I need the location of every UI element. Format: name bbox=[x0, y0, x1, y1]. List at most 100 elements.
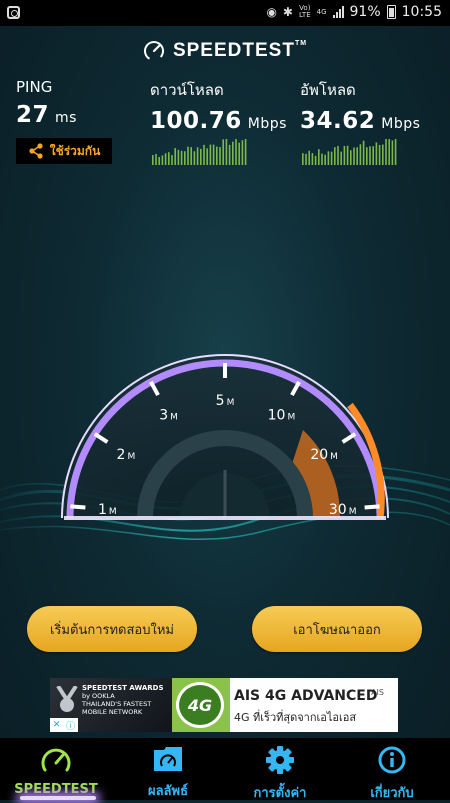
status-bar: ◉ ✱ Vo) LTE 4G 91% 10:55 bbox=[0, 0, 450, 26]
upload-value: 34.62 Mbps bbox=[300, 108, 421, 134]
sparkline-bar bbox=[318, 149, 320, 165]
sparkline-bar bbox=[334, 147, 336, 165]
sparkline-bar bbox=[305, 153, 307, 165]
sparkline-bar bbox=[171, 155, 173, 165]
share-button[interactable]: ใช้ร่วมกัน bbox=[16, 138, 112, 164]
retest-button[interactable]: เริ่มต้นการทดสอบใหม่ bbox=[27, 606, 197, 652]
sparkline-bar bbox=[385, 139, 387, 165]
sparkline-bar bbox=[225, 139, 228, 165]
speedtest-logo-icon bbox=[143, 41, 164, 61]
ad-choices[interactable]: ✕ ⓘ bbox=[50, 718, 78, 732]
nav-results[interactable]: ผลลัพธ์ bbox=[112, 738, 224, 800]
clock: 10:55 bbox=[401, 4, 442, 20]
ad-award-text: SPEEDTEST AWARDS by OOKLA THAILAND'S FAS… bbox=[82, 684, 164, 716]
info-icon bbox=[378, 746, 406, 774]
volte-icon: Vo) LTE bbox=[298, 4, 311, 19]
ping-metric: PING 27 ms bbox=[16, 78, 77, 128]
share-label: ใช้ร่วมกัน bbox=[49, 143, 101, 158]
ad-info-icon[interactable]: ⓘ bbox=[66, 719, 75, 732]
sparkline-bar bbox=[158, 156, 160, 165]
sparkline-bar bbox=[314, 155, 317, 165]
nav-settings[interactable]: การตั้งค่า bbox=[224, 738, 336, 801]
sparkline-bar bbox=[324, 154, 326, 165]
sparkline-bar bbox=[391, 140, 394, 165]
sparkline-bar bbox=[152, 155, 154, 165]
nav-results-label: ผลลัพธ์ bbox=[147, 784, 189, 799]
sparkline-bar bbox=[190, 147, 192, 165]
sparkline-bar bbox=[350, 150, 352, 165]
location-icon: ◉ bbox=[266, 5, 277, 19]
sparkline-bar bbox=[362, 140, 365, 165]
sparkline-bar bbox=[232, 141, 234, 165]
sparkline-bar bbox=[353, 147, 355, 165]
ad-banner[interactable]: SPEEDTEST AWARDS by OOKLA THAILAND'S FAS… bbox=[50, 678, 398, 732]
sparkline-bar bbox=[203, 144, 205, 165]
sparkline-bar bbox=[219, 147, 221, 165]
battery-icon bbox=[386, 5, 396, 19]
speedometer-icon bbox=[41, 748, 71, 772]
upload-sparkline bbox=[302, 139, 397, 165]
download-metric: ดาวน์โหลด 100.76 Mbps bbox=[150, 78, 287, 134]
nav-speedtest[interactable]: SPEEDTEST bbox=[0, 738, 112, 800]
nav-speedtest-label: SPEEDTEST bbox=[14, 782, 98, 797]
sparkline-bar bbox=[302, 153, 304, 165]
sparkline-bar bbox=[235, 139, 237, 165]
sparkline-bar bbox=[238, 142, 240, 165]
sparkline-bar bbox=[200, 148, 202, 165]
award-ribbon-icon bbox=[56, 686, 78, 712]
sparkline-bar bbox=[382, 144, 384, 165]
share-icon bbox=[29, 143, 43, 159]
sparkline-bar bbox=[184, 151, 186, 165]
sparkline-bar bbox=[375, 142, 378, 165]
sparkline-bar bbox=[177, 149, 180, 165]
sparkline-bar bbox=[394, 139, 397, 165]
bottom-nav: SPEEDTEST ผลลัพธ์ การตั้งค่า เกี่ยวกับ bbox=[0, 738, 450, 801]
sparkline-bar bbox=[388, 139, 390, 165]
remove-ads-button[interactable]: เอาโฆษณาออก bbox=[252, 606, 422, 652]
sparkline-bar bbox=[241, 140, 244, 165]
sparkline-bar bbox=[359, 144, 362, 165]
sparkline-bar bbox=[216, 146, 218, 165]
sparkline-bar bbox=[228, 144, 231, 165]
sparkline-bar bbox=[244, 139, 247, 165]
sparkline-bar bbox=[180, 150, 183, 165]
ping-label: PING bbox=[16, 78, 53, 96]
sparkline-bar bbox=[308, 150, 310, 165]
sparkline-bar bbox=[337, 145, 339, 165]
download-value: 100.76 Mbps bbox=[150, 108, 287, 134]
ad-close-icon[interactable]: ✕ bbox=[53, 720, 61, 730]
sparkline-bar bbox=[356, 147, 358, 165]
sparkline-bar bbox=[372, 146, 374, 165]
ad-subtitle: 4G ที่เร็วที่สุดจากเอไอเอส bbox=[234, 711, 357, 724]
app-header: SPEEDTESTTM bbox=[0, 40, 450, 62]
sparkline-bar bbox=[340, 151, 342, 165]
bluetooth-icon: ✱ bbox=[282, 5, 293, 19]
sparkline-bar bbox=[222, 139, 224, 165]
battery-percent: 91% bbox=[349, 4, 381, 20]
upload-metric: อัพโหลด 34.62 Mbps bbox=[300, 78, 420, 134]
sparkline-bar bbox=[193, 151, 196, 165]
upload-label: อัพโหลด bbox=[300, 81, 356, 99]
signal-icon bbox=[332, 6, 344, 18]
gauge-tick bbox=[364, 504, 380, 510]
download-sparkline bbox=[152, 139, 247, 165]
gear-icon bbox=[266, 746, 294, 774]
nav-about[interactable]: เกี่ยวกับ bbox=[336, 738, 448, 801]
download-label: ดาวน์โหลด bbox=[150, 81, 224, 99]
ping-value: 27 ms bbox=[16, 102, 77, 128]
sparkline-bar bbox=[378, 144, 381, 165]
gauge-tick bbox=[70, 504, 86, 510]
speed-gauge: 1 M2 M3 M5 M10 M20 M30 M bbox=[61, 354, 389, 520]
sparkline-bar bbox=[212, 144, 215, 165]
sparkline-bar bbox=[209, 144, 212, 165]
sparkline-bar bbox=[196, 147, 199, 165]
sparkline-bar bbox=[161, 155, 164, 165]
ad-4g-badge: 4G bbox=[172, 678, 230, 732]
sparkline-bar bbox=[206, 148, 208, 165]
sparkline-bar bbox=[366, 147, 368, 165]
sparkline-bar bbox=[327, 151, 330, 165]
sparkline-bar bbox=[187, 146, 189, 165]
sparkline-bar bbox=[174, 148, 176, 165]
sparkline-bar bbox=[369, 146, 371, 165]
network-type: 4G bbox=[316, 7, 327, 16]
